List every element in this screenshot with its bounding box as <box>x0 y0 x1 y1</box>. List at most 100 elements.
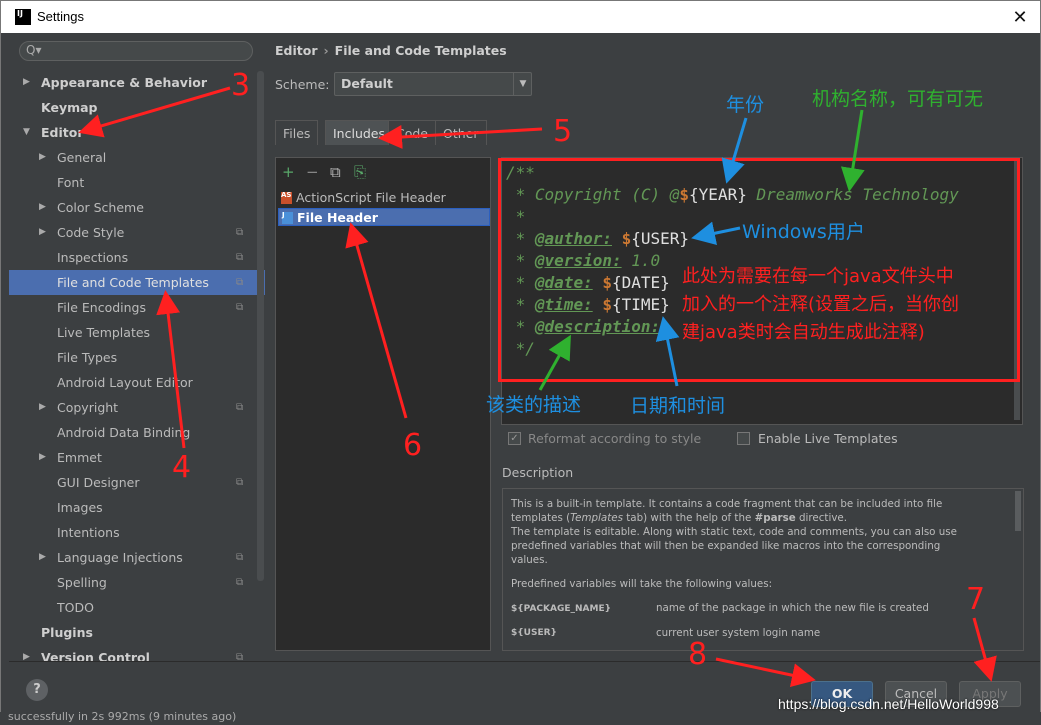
desc-templates-tab: Templates <box>570 512 623 524</box>
project-scope-icon: ⧉ <box>236 227 244 238</box>
sidebar-item-spelling[interactable]: Spelling ⧉ <box>9 570 265 595</box>
add-icon[interactable]: + <box>282 163 295 181</box>
template-list: + − ⧉ ⎘ AS ActionScript File Header J Fi… <box>275 157 491 651</box>
annotation-note-line2: 加入的一个注释(设置之后，当你创 <box>682 294 960 315</box>
variable-desc: current user system login name <box>656 627 821 639</box>
live-templates-checkbox[interactable] <box>737 432 750 445</box>
sidebar-item-live-templates[interactable]: Live Templates <box>9 320 265 345</box>
chevron-down-icon[interactable]: ▼ <box>513 73 532 95</box>
chevron-right-icon[interactable]: ▶ <box>39 445 46 470</box>
search-input[interactable]: Q▾ <box>19 41 253 61</box>
sidebar-item-label: Appearance & Behavior <box>41 75 207 90</box>
description-scrollbar[interactable] <box>1015 491 1021 531</box>
sidebar-item-code-style[interactable]: ▶ Code Style ⧉ <box>9 220 265 245</box>
app-icon: IJ <box>15 9 31 25</box>
breadcrumb-separator: › <box>323 43 329 58</box>
live-templates-label: Enable Live Templates <box>758 431 898 446</box>
sidebar-item-android-data-binding[interactable]: Android Data Binding <box>9 420 265 445</box>
sidebar-item-android-layout-editor[interactable]: Android Layout Editor <box>9 370 265 395</box>
sidebar-item-emmet[interactable]: ▶ Emmet <box>9 445 265 470</box>
description-text: Predefined variables will take the follo… <box>511 578 773 590</box>
annotation-year: 年份 <box>726 94 765 116</box>
sidebar-item-label: Spelling <box>57 575 107 590</box>
tab-code[interactable]: Code <box>388 120 437 145</box>
sidebar-item-general[interactable]: ▶ General <box>9 145 265 170</box>
description-text: values. <box>511 554 548 566</box>
chevron-right-icon[interactable]: ▶ <box>23 70 30 95</box>
chevron-right-icon[interactable]: ▶ <box>39 145 46 170</box>
sidebar-item-language-injections[interactable]: ▶ Language Injections ⧉ <box>9 545 265 570</box>
scheme-dropdown[interactable]: Default ▼ <box>334 72 532 96</box>
sidebar-item-label: GUI Designer <box>57 475 140 490</box>
chevron-right-icon[interactable]: ▶ <box>39 395 46 420</box>
sidebar-item-label: Code Style <box>57 225 125 240</box>
reformat-checkbox[interactable]: ✓ <box>508 432 521 445</box>
breadcrumb-editor[interactable]: Editor <box>275 43 318 58</box>
annotation-4: 4 <box>172 450 192 485</box>
desc-fragment: directive. <box>795 512 848 524</box>
sidebar-item-label: Color Scheme <box>57 200 144 215</box>
template-name: ActionScript File Header <box>296 190 446 205</box>
chevron-down-icon[interactable]: ▼ <box>23 120 30 145</box>
settings-tree: ▶ Appearance & Behavior Keymap ▼ Editor ▶ Gene… <box>9 70 265 661</box>
window-title: Settings <box>37 9 84 24</box>
sidebar-item-keymap[interactable]: Keymap <box>9 95 265 120</box>
sidebar-item-font[interactable]: Font <box>9 170 265 195</box>
sidebar-item-plugins[interactable]: Plugins <box>9 620 265 645</box>
tab-files[interactable]: Files <box>275 120 319 145</box>
close-icon[interactable]: ✕ <box>1005 4 1035 30</box>
project-scope-icon: ⧉ <box>236 277 244 288</box>
sidebar-item-appearance-behavior[interactable]: ▶ Appearance & Behavior <box>9 70 265 95</box>
copy-icon[interactable]: ⧉ <box>330 163 341 181</box>
sidebar-item-label: File and Code Templates <box>57 275 209 290</box>
scheme-label: Scheme: <box>275 77 330 92</box>
sidebar-item-file-types[interactable]: File Types <box>9 345 265 370</box>
scheme-value: Default <box>341 76 393 91</box>
sidebar-item-copyright[interactable]: ▶ Copyright ⧉ <box>9 395 265 420</box>
breadcrumb: Editor › File and Code Templates <box>275 43 507 58</box>
sidebar-item-editor[interactable]: ▼ Editor <box>9 120 265 145</box>
description-panel: This is a built-in template. It contains… <box>502 488 1024 651</box>
sidebar-item-label: General <box>57 150 107 165</box>
sidebar-item-version-control[interactable]: ▶ Version Control ⧉ <box>9 645 265 661</box>
sidebar-item-todo[interactable]: TODO <box>9 595 265 620</box>
sidebar-item-images[interactable]: Images <box>9 495 265 520</box>
chevron-right-icon[interactable]: ▶ <box>39 545 46 570</box>
sidebar-item-label: Android Data Binding <box>57 425 191 440</box>
template-name: File Header <box>297 210 378 225</box>
sidebar-item-label: Inspections <box>57 250 129 265</box>
annotation-note-line1: 此处为需要在每一个java文件头中 <box>682 266 954 287</box>
tab-includes[interactable]: Includes <box>325 120 394 145</box>
sidebar-item-file-and-code-templates[interactable]: File and Code Templates ⧉ <box>9 270 265 295</box>
sidebar-item-gui-designer[interactable]: GUI Designer ⧉ <box>9 470 265 495</box>
sidebar-item-inspections[interactable]: Inspections ⧉ <box>9 245 265 270</box>
sidebar-item-color-scheme[interactable]: ▶ Color Scheme <box>9 195 265 220</box>
status-bar: successfully in 2s 992ms (9 minutes ago) <box>0 710 1041 725</box>
chevron-right-icon[interactable]: ▶ <box>23 645 30 661</box>
sidebar-item-intentions[interactable]: Intentions <box>9 520 265 545</box>
watermark: https://blog.csdn.net/HelloWorld998 <box>778 696 999 712</box>
tab-other[interactable]: Other <box>435 120 487 145</box>
sidebar-item-file-encodings[interactable]: File Encodings ⧉ <box>9 295 265 320</box>
settings-sidebar: Q▾ ▶ Appearance & Behavior Keymap ▼ Editor ▶ G… <box>9 33 265 661</box>
list-item[interactable]: AS ActionScript File Header <box>278 189 490 207</box>
sidebar-item-label: Intentions <box>57 525 120 540</box>
remove-icon[interactable]: − <box>306 163 319 181</box>
list-item-selected[interactable]: J File Header <box>278 208 490 226</box>
description-text: The template is editable. Along with sta… <box>511 526 957 538</box>
help-icon[interactable]: ? <box>26 679 48 701</box>
actionscript-file-icon: AS <box>281 192 292 204</box>
breadcrumb-current: File and Code Templates <box>334 43 507 58</box>
description-text: templates (Templates tab) with the help … <box>511 511 1001 525</box>
reset-icon[interactable]: ⎘ <box>354 163 366 181</box>
annotation-note-line3: 建java类时会自动生成此注释) <box>682 322 925 343</box>
sidebar-item-label: TODO <box>57 600 94 615</box>
description-text: predefined variables that will then be e… <box>511 540 941 552</box>
chevron-right-icon[interactable]: ▶ <box>39 195 46 220</box>
annotation-6: 6 <box>403 428 423 463</box>
status-text: successfully in 2s 992ms (9 minutes ago) <box>8 710 237 723</box>
chevron-right-icon[interactable]: ▶ <box>39 220 46 245</box>
sidebar-scrollbar[interactable] <box>257 71 264 581</box>
project-scope-icon: ⧉ <box>236 402 244 413</box>
sidebar-item-label: Images <box>57 500 103 515</box>
